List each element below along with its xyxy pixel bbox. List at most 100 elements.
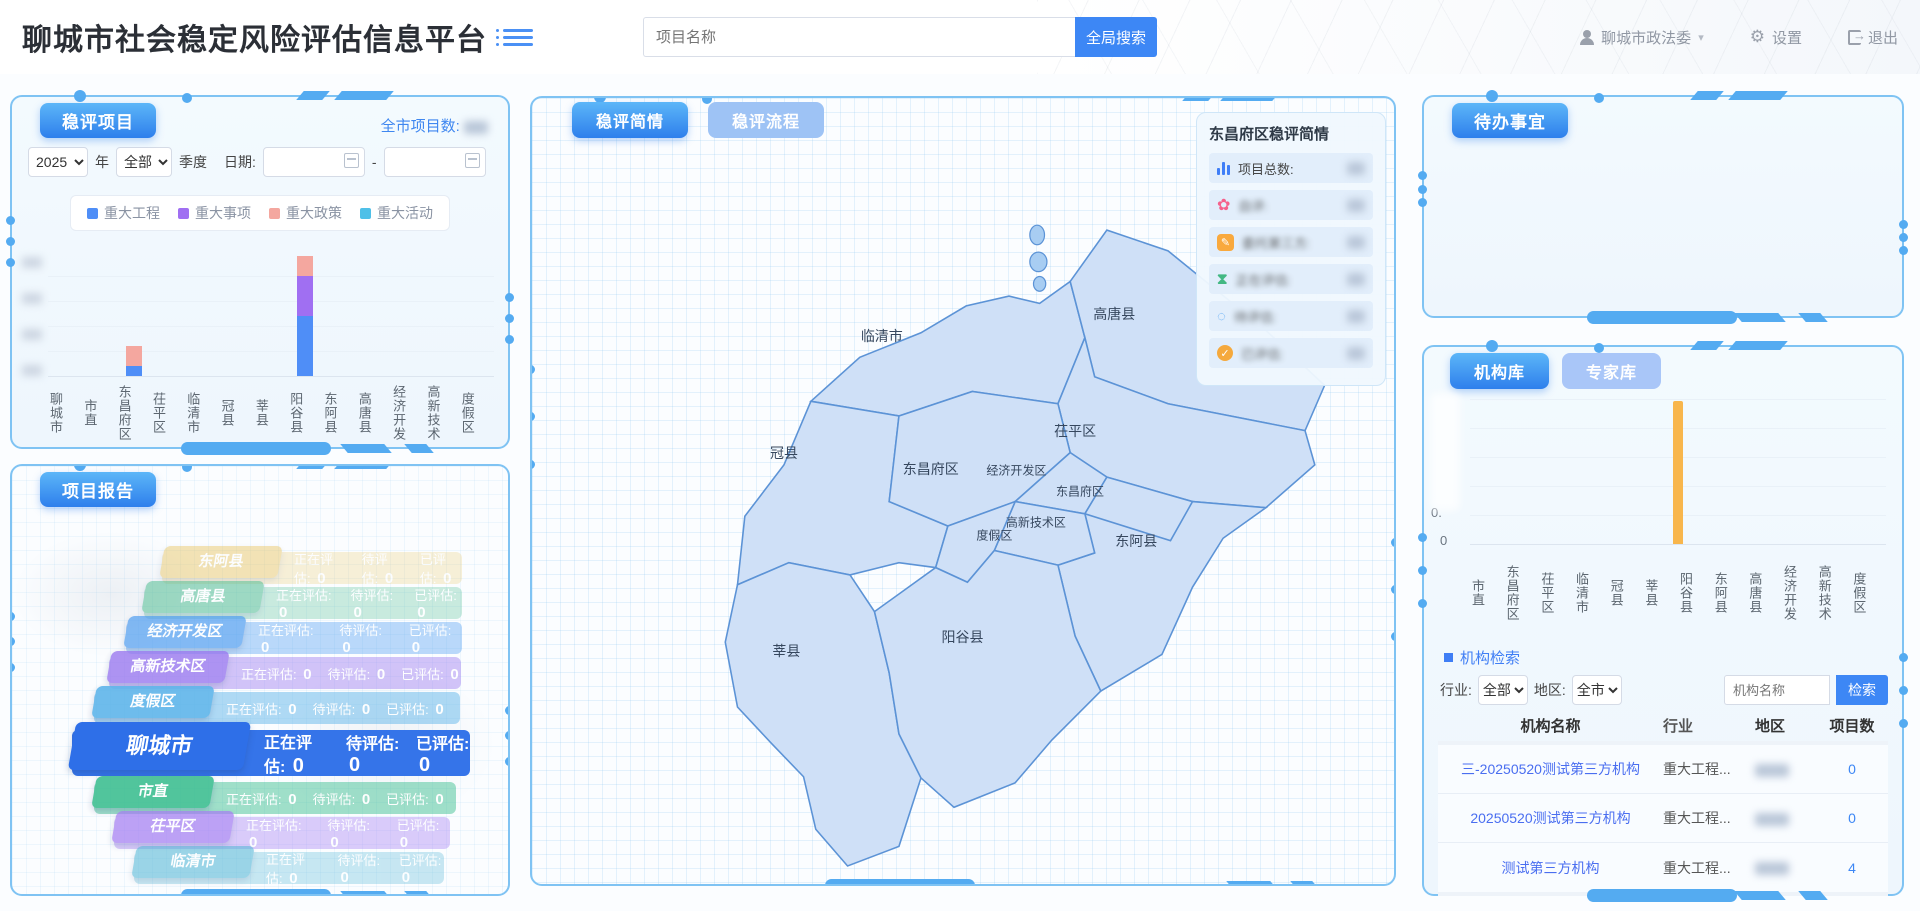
search-input[interactable] [643,17,1075,57]
stat-item: 正在评估: 0 [258,620,323,656]
org-region [1755,761,1817,777]
bar-segment-重大事项 [297,276,313,316]
user-name: 聊城市政法委 [1601,27,1691,48]
app-title: 聊城市社会稳定风险评估信息平台 [22,15,487,59]
report-row-高新技术区[interactable]: 正在评估: 0待评估: 0已评估: 0高新技术区 [109,657,461,689]
panel-decoration [6,258,15,267]
x-axis-label: 市直 [82,381,116,445]
report-row-市直[interactable]: 正在评估: 0待评估: 0已评估: 0市直 [94,782,456,814]
panel-decoration [6,237,15,246]
legend-item[interactable]: 重大政策 [269,203,342,223]
x-axis-label: 东昌府区 [117,381,151,445]
bar-stack[interactable] [126,346,142,376]
x-axis-label: 茌平区 [1539,551,1574,635]
panel-decoration [505,706,510,715]
bar-chart-icon [1217,161,1230,175]
report-row-临清市[interactable]: 正在评估: 0待评估: 0已评估: 0临清市 [134,852,444,884]
district-brief-row: ✎委托第三方: [1209,227,1373,257]
legend-label: 重大事项 [195,203,251,223]
x-axis-label: 高唐县 [357,381,391,445]
user-icon [1580,30,1594,44]
report-row-东阿县[interactable]: 正在评估: 0待评估: 0已评估: 0东阿县 [162,552,462,584]
brief-label: 委托第三方: [1242,233,1311,252]
chart-column [288,254,322,376]
stat-item: 待评估: 0 [339,620,392,656]
hidden-total-value [464,121,488,134]
report-row-茌平区[interactable]: 正在评估: 0待评估: 0已评估: 0茌平区 [114,817,450,849]
panel-decoration [1594,93,1604,103]
panel-decoration [505,731,510,740]
settings-button[interactable]: ⚙ 设置 [1750,27,1802,48]
obscured-y-label [22,257,42,268]
org-project-count: 0 [1817,761,1887,777]
panel-decoration [505,314,514,323]
org-name-link[interactable]: 20250520测试第三方机构 [1438,808,1663,828]
tab-expert-library[interactable]: 专家库 [1562,353,1661,389]
report-row-region: 东阿县 [159,546,283,578]
panel-decoration [181,889,331,896]
panel-decoration [1899,246,1908,255]
panel-decoration [182,93,192,103]
logout-button[interactable]: 退出 [1848,27,1898,48]
tab-org-library[interactable]: 机构库 [1450,353,1549,389]
bar-segment-重大工程 [126,366,142,376]
panel-decoration [1728,341,1788,350]
legend-item[interactable]: 重大工程 [87,203,160,223]
x-axis-label: 冠县 [220,381,254,445]
chart-column [425,254,459,376]
stat-item: 已评估: 0 [386,699,444,718]
industry-select[interactable]: 全部 [1478,675,1528,705]
x-axis-label: 高新技术 [425,381,459,445]
year-select[interactable]: 2025 [28,147,88,177]
quarter-select[interactable]: 全部 [116,147,172,177]
tab-brief[interactable]: 稳评简情 [572,102,688,138]
panel-decoration [1391,538,1396,547]
calendar-icon [465,153,480,168]
region-select[interactable]: 全市 [1572,675,1622,705]
map-label-临清市: 临清市 [861,326,903,346]
district-brief-title: 东昌府区稳评简情 [1209,123,1373,144]
report-row-高唐县[interactable]: 正在评估: 0待评估: 0已评估: 0高唐县 [144,587,462,619]
chart-column [220,254,254,376]
bar-segment-重大政策 [126,346,142,366]
chart-column [48,254,82,376]
org-search-button[interactable]: 检索 [1836,675,1888,705]
report-row-经济开发区[interactable]: 正在评估: 0待评估: 0已评估: 0经济开发区 [126,622,462,654]
panel-decoration [1418,185,1427,194]
x-axis-label: 聊城市 [48,381,82,445]
stat-item: 已评估: 0 [416,730,470,777]
stat-item: 待评估: 0 [328,664,386,683]
panel-decoration [1728,91,1788,100]
org-name-link[interactable]: 测试第三方机构 [1438,858,1663,878]
global-search-button[interactable]: 全局搜索 [1075,17,1157,57]
panel-decoration [1734,891,1786,900]
bar-stack[interactable] [1673,496,1683,544]
stat-item: 正在评估: 0 [276,585,335,621]
map-label-度假区: 度假区 [976,526,1012,543]
map-district-linqing[interactable] [811,281,1085,416]
report-row-region: 茌平区 [111,811,235,843]
org-industry: 重大工程... [1663,858,1755,878]
org-bar-chart [1470,399,1886,545]
report-row-聊城市[interactable]: 正在评估: 0待评估: 0已评估: 0聊城市 [72,730,470,776]
menu-icon[interactable] [503,25,533,50]
todo-panel: 待办事宜 [1422,95,1904,318]
map-label-东昌府区: 东昌府区 [903,459,959,479]
user-menu[interactable]: 聊城市政法委 ▾ [1580,27,1704,48]
tab-flow[interactable]: 稳评流程 [708,102,824,138]
legend-item[interactable]: 重大活动 [360,203,433,223]
panel-decoration [404,444,434,453]
org-name-input[interactable] [1724,675,1830,705]
hidden-value [1347,162,1365,175]
legend-swatch [269,208,280,219]
panel-decoration [1418,566,1427,575]
legend-item[interactable]: 重大事项 [178,203,251,223]
hourglass-icon: ⧗ [1217,271,1228,288]
report-row-度假区[interactable]: 正在评估: 0待评估: 0已评估: 0度假区 [94,692,460,724]
bar-stack[interactable] [297,256,313,376]
projects-panel-badge: 稳评项目 [40,103,156,138]
stat-item: 待评估: 0 [313,699,371,718]
stat-item: 正在评估: 0 [294,549,346,587]
district-brief-row: ⧗正在评估: [1209,264,1373,294]
org-name-link[interactable]: 三-20250520测试第三方机构 [1438,759,1663,779]
